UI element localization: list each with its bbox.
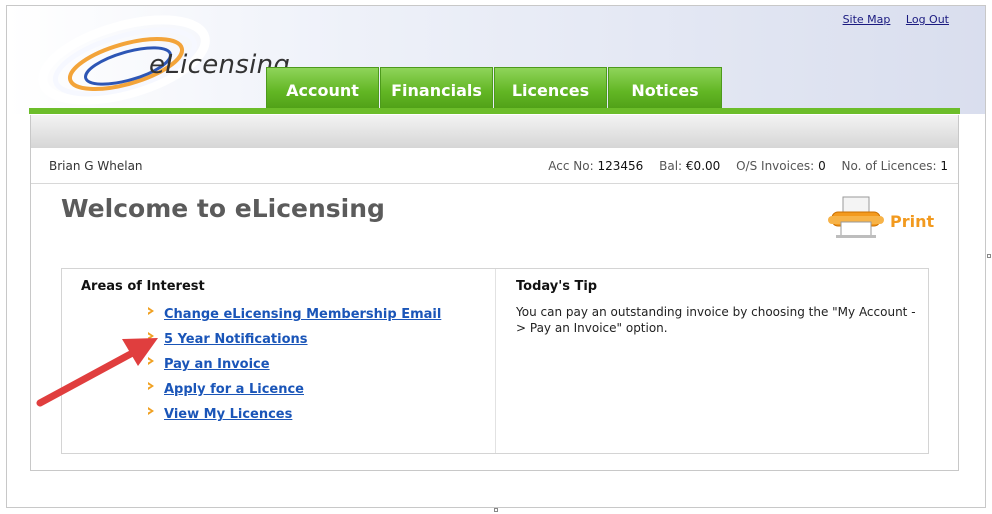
apply-licence-link[interactable]: Apply for a Licence bbox=[164, 382, 304, 397]
page-title: Welcome to eLicensing bbox=[61, 194, 385, 223]
todays-tip-title: Today's Tip bbox=[516, 279, 598, 294]
print-label: Print bbox=[890, 212, 935, 231]
list-item: Pay an Invoice bbox=[146, 353, 441, 378]
sub-nav-bar bbox=[30, 115, 959, 148]
view-licences-link[interactable]: View My Licences bbox=[164, 407, 292, 422]
top-links: Site Map Log Out bbox=[831, 13, 949, 26]
account-info: Acc No: 123456 Bal: €0.00 O/S Invoices: … bbox=[548, 159, 948, 173]
home-panel: Areas of Interest Change eLicensing Memb… bbox=[61, 268, 929, 454]
licences-count-label: No. of Licences: bbox=[841, 159, 937, 173]
browser-frame: eLicensing Site Map Log Out Account Fina… bbox=[6, 5, 986, 508]
tab-account[interactable]: Account bbox=[266, 67, 379, 111]
change-membership-email-link[interactable]: Change eLicensing Membership Email bbox=[164, 307, 441, 322]
areas-links-list: Change eLicensing Membership Email 5 Yea… bbox=[146, 303, 441, 428]
chevron-right-icon bbox=[147, 357, 154, 365]
list-item: Change eLicensing Membership Email bbox=[146, 303, 441, 328]
list-item: 5 Year Notifications bbox=[146, 328, 441, 353]
tab-financials[interactable]: Financials bbox=[380, 67, 493, 111]
chevron-right-icon bbox=[147, 382, 154, 390]
panel-divider bbox=[495, 269, 496, 453]
list-item: View My Licences bbox=[146, 403, 441, 428]
five-year-notifications-link[interactable]: 5 Year Notifications bbox=[164, 332, 308, 347]
balance-value: €0.00 bbox=[685, 159, 721, 173]
print-button[interactable]: Print bbox=[828, 196, 935, 240]
os-invoices-label: O/S Invoices: bbox=[736, 159, 815, 173]
os-invoices-value: 0 bbox=[818, 159, 826, 173]
main-content: Brian G Whelan Acc No: 123456 Bal: €0.00… bbox=[30, 148, 959, 471]
account-summary-bar: Brian G Whelan Acc No: 123456 Bal: €0.00… bbox=[31, 148, 958, 184]
chevron-right-icon bbox=[147, 332, 154, 340]
log-out-link[interactable]: Log Out bbox=[906, 13, 949, 26]
acc-no-label: Acc No: bbox=[548, 159, 594, 173]
licences-count-value: 1 bbox=[940, 159, 948, 173]
chevron-right-icon bbox=[147, 407, 154, 415]
resize-handle-bottom[interactable] bbox=[494, 508, 498, 512]
elicensing-logo[interactable]: eLicensing bbox=[29, 10, 290, 114]
nav-underline bbox=[29, 108, 960, 114]
areas-of-interest-title: Areas of Interest bbox=[81, 279, 205, 294]
resize-handle-right[interactable] bbox=[987, 254, 991, 258]
user-name: Brian G Whelan bbox=[49, 159, 143, 173]
balance-label: Bal: bbox=[659, 159, 683, 173]
chevron-right-icon bbox=[147, 307, 154, 315]
list-item: Apply for a Licence bbox=[146, 378, 441, 403]
todays-tip-text: You can pay an outstanding invoice by ch… bbox=[516, 305, 916, 335]
pay-invoice-link[interactable]: Pay an Invoice bbox=[164, 357, 270, 372]
site-map-link[interactable]: Site Map bbox=[843, 13, 891, 26]
tab-notices[interactable]: Notices bbox=[608, 67, 722, 111]
acc-no-value: 123456 bbox=[597, 159, 644, 173]
site-header: eLicensing Site Map Log Out Account Fina… bbox=[7, 6, 985, 114]
tab-licences[interactable]: Licences bbox=[494, 67, 607, 111]
printer-icon bbox=[828, 196, 884, 238]
